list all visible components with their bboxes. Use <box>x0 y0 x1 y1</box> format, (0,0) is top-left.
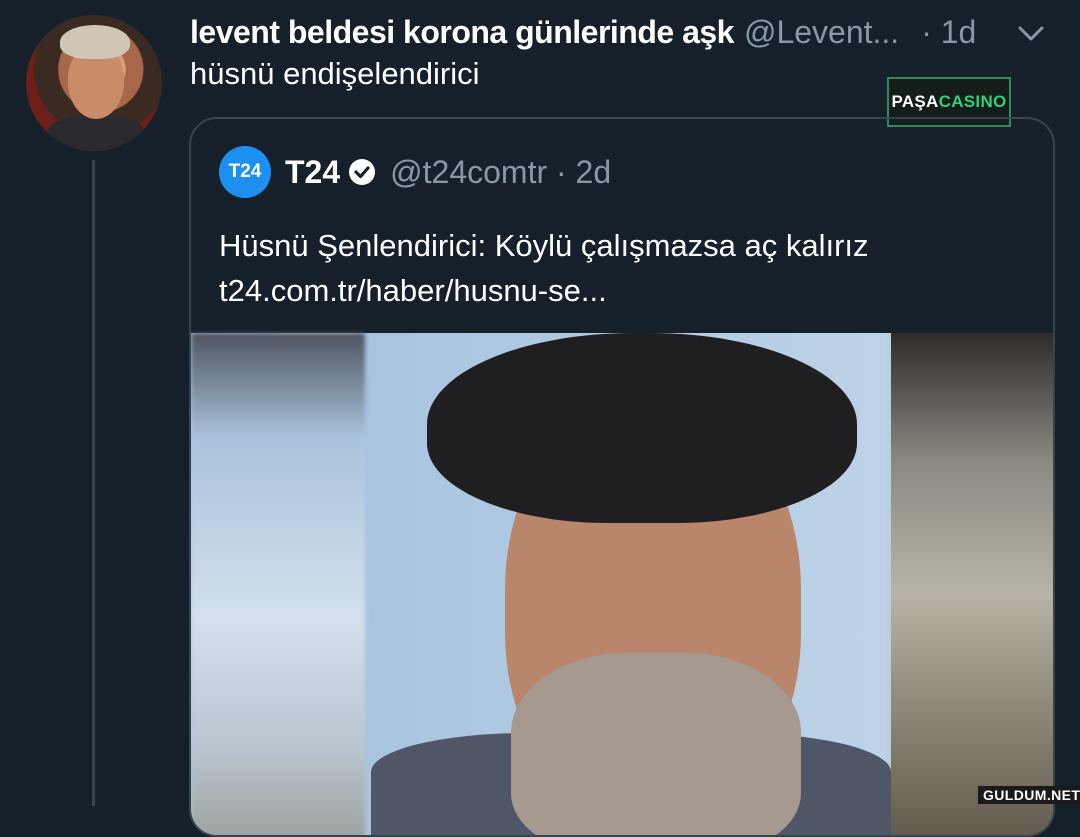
display-name[interactable]: levent beldesi korona günlerinde aşk <box>190 14 734 51</box>
tweet-text: hüsnü endişelendirici <box>190 56 480 91</box>
media-blur-left <box>191 333 365 835</box>
quoted-handle[interactable]: @t24comtr · 2d <box>390 154 611 191</box>
thread-line <box>92 160 95 806</box>
t24-logo[interactable]: T24 <box>219 146 271 198</box>
quoted-headline: Hüsnü Şenlendirici: Köylü çalışmazsa aç … <box>219 228 869 263</box>
chevron-down-icon[interactable] <box>1016 18 1046 48</box>
verified-badge-icon <box>349 159 376 185</box>
quoted-text: Hüsnü Şenlendirici: Köylü çalışmazsa aç … <box>219 223 1019 313</box>
quoted-media-image[interactable] <box>191 333 1053 835</box>
quoted-name[interactable]: T24 <box>285 154 340 191</box>
badge-prefix: PAŞA <box>891 92 939 111</box>
badge-suffix: CASINO <box>938 92 1007 111</box>
media-hat <box>427 333 857 523</box>
avatar[interactable] <box>26 15 162 151</box>
media-blur-right <box>891 333 1053 835</box>
media-beard <box>511 653 801 835</box>
quoted-tweet-card[interactable]: T24 T24 @t24comtr · 2d Hüsnü Şenlendiric… <box>189 117 1055 837</box>
tweet-header: levent beldesi korona günlerinde aşk @Le… <box>190 10 976 54</box>
site-watermark: GULDUM.NET <box>978 786 1080 804</box>
user-handle[interactable]: @Levent... <box>744 14 899 51</box>
quoted-header: T24 T24 @t24comtr · 2d <box>219 146 611 198</box>
avatar-shirt <box>46 115 146 151</box>
quoted-link[interactable]: t24.com.tr/haber/husnu-se... <box>219 268 1019 313</box>
tweet-timestamp[interactable]: · 1d <box>921 14 976 51</box>
avatar-hair <box>60 25 130 59</box>
